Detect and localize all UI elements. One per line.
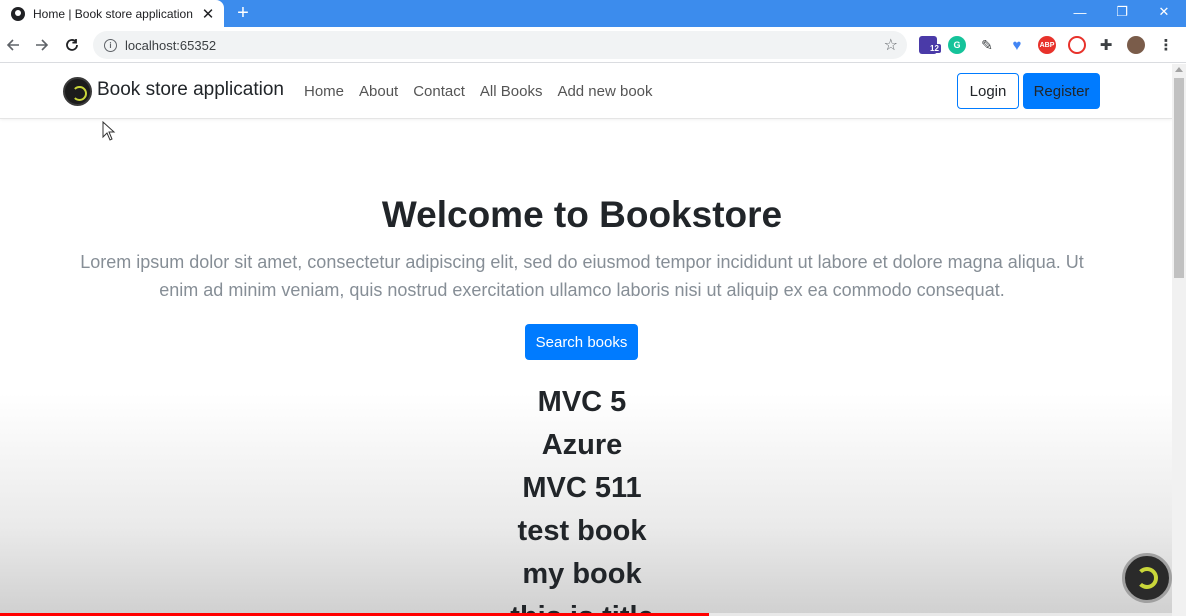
hero-lead: Lorem ipsum dolor sit amet, consectetur … [80,252,1084,300]
lastpass-icon[interactable] [1068,36,1086,54]
mouse-cursor-icon [102,121,116,141]
book-title: my book [522,558,642,590]
avatar[interactable] [1127,36,1145,54]
brand-logo-icon[interactable] [63,77,92,106]
page-scrollbar[interactable] [1172,64,1186,616]
browser-titlebar: Home | Book store application ✕ + — ❐ ✕ [0,0,1186,27]
page-viewport: Book store application Home About Contac… [0,64,1172,616]
login-button[interactable]: Login [957,73,1019,109]
adblock-icon[interactable]: ABP [1038,36,1056,54]
tab-title: Home | Book store application [33,6,193,21]
globe-icon [11,6,25,21]
site-navbar: Book store application Home About Contac… [0,64,1172,119]
nav-link-all-books[interactable]: All Books [480,83,543,100]
book-title: Azure [541,429,623,461]
extension-badge: 12 [928,44,941,53]
eyedropper-icon[interactable]: ✎ [978,36,996,54]
puzzle-icon[interactable]: ✚ [1097,36,1115,54]
menu-dots-icon[interactable]: ⋮ [1157,36,1175,54]
nav-link-contact[interactable]: Contact [413,83,465,100]
scroll-up-arrow-icon[interactable] [1175,67,1183,72]
minimize-icon[interactable]: — [1060,0,1100,24]
browser-tab[interactable]: Home | Book store application ✕ [0,0,224,27]
reload-icon[interactable] [60,33,84,57]
search-books-button[interactable]: Search books [525,324,638,360]
bookmark-star-icon[interactable]: ☆ [884,35,898,55]
heart-icon[interactable]: ♥ [1008,36,1026,54]
back-icon[interactable] [1,33,25,57]
hero-title: Welcome to Bookstore [381,194,783,235]
forward-icon[interactable] [30,33,54,57]
info-icon[interactable]: i [104,38,117,52]
nav-links: Home About Contact All Books Add new boo… [304,83,653,100]
channel-logo-icon [1122,553,1172,603]
register-button[interactable]: Register [1023,73,1100,109]
book-title: test book [517,515,647,547]
book-title: MVC 5 [537,386,627,418]
brand-name[interactable]: Book store application [97,79,284,101]
address-bar[interactable]: i localhost:65352 ☆ [93,31,907,59]
nav-link-about[interactable]: About [359,83,398,100]
graduation-cap-icon[interactable]: 12 [919,36,941,54]
close-tab-icon[interactable]: ✕ [197,3,219,25]
nav-link-home[interactable]: Home [304,83,344,100]
grammarly-icon[interactable]: G [948,36,966,54]
browser-toolbar: i localhost:65352 ☆ 12 G ✎ ♥ ABP ✚ ⋮ [0,27,1186,63]
restore-icon[interactable]: ❐ [1102,0,1142,24]
url-text[interactable]: localhost:65352 [125,38,884,53]
close-window-icon[interactable]: ✕ [1144,0,1184,24]
book-title: MVC 511 [522,472,642,504]
scrollbar-thumb[interactable] [1174,78,1184,278]
book-list: MVC 5 Azure MVC 511 test book my book th… [0,381,1164,616]
new-tab-button[interactable]: + [231,2,255,24]
nav-link-add-new-book[interactable]: Add new book [557,83,652,100]
